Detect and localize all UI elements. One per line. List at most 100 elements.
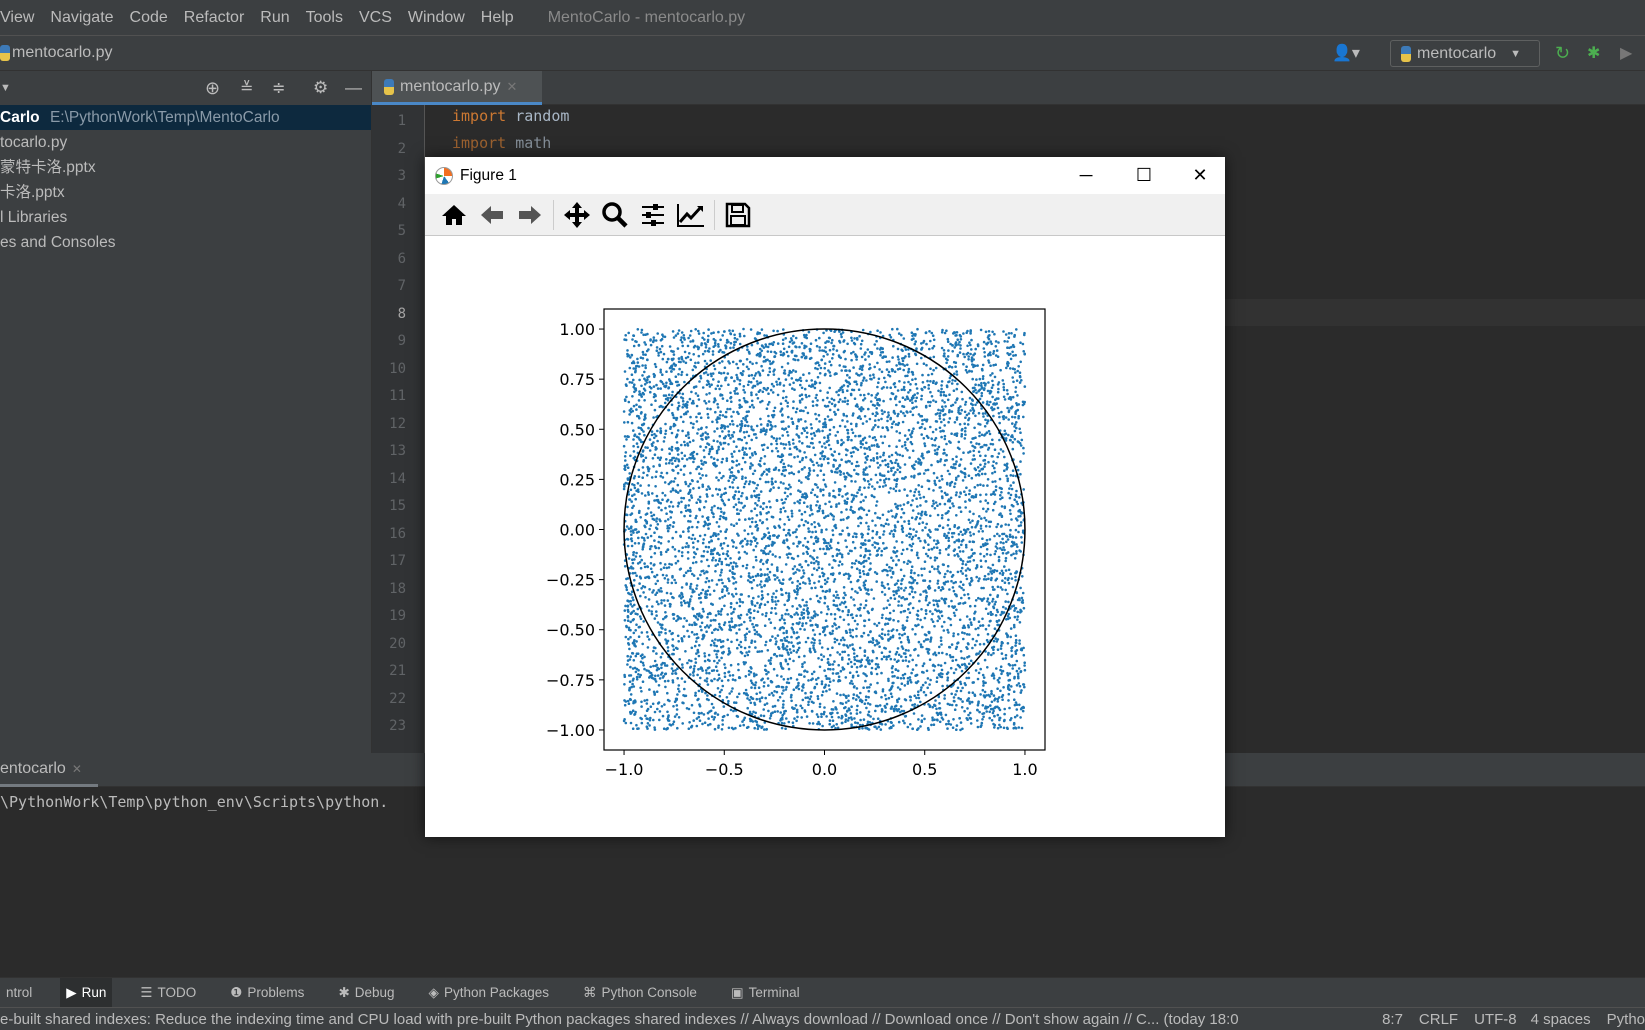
zoom-icon[interactable] xyxy=(600,200,630,230)
scatter-point xyxy=(852,450,855,454)
menu-refactor[interactable]: Refactor xyxy=(184,9,244,27)
tree-item[interactable]: 卡洛.pptx xyxy=(0,180,371,205)
menu-tools[interactable]: Tools xyxy=(306,9,343,27)
scatter-point xyxy=(761,613,764,616)
scatter-point xyxy=(704,445,708,449)
line-number: 6 xyxy=(397,250,406,267)
pan-icon[interactable] xyxy=(562,200,592,230)
menu-navigate[interactable]: Navigate xyxy=(50,9,113,27)
scatter-point xyxy=(661,652,664,655)
tree-item[interactable]: l Libraries xyxy=(0,205,371,230)
tool-window-python-console[interactable]: ⌘ Python Console xyxy=(577,978,703,1008)
scatter-point xyxy=(855,464,858,468)
scatter-point xyxy=(920,394,923,398)
scatter-point xyxy=(766,446,769,449)
debug-icon[interactable]: ✱ xyxy=(1587,43,1600,63)
breadcrumb-file[interactable]: mentocarlo.py xyxy=(12,44,113,62)
scatter-point xyxy=(684,361,688,365)
tree-item[interactable]: 蒙特卡洛.pptx xyxy=(0,155,371,180)
forward-icon[interactable] xyxy=(515,200,545,230)
scatter-point xyxy=(626,544,630,548)
menu-window[interactable]: Window xyxy=(408,9,465,27)
scatter-point xyxy=(786,651,790,654)
tool-window-run[interactable]: ▶ Run xyxy=(60,977,113,1008)
edit-axis-icon[interactable] xyxy=(676,200,706,230)
scatter-point xyxy=(650,403,653,406)
scatter-point xyxy=(889,692,893,695)
scatter-point xyxy=(757,595,760,598)
rerun-icon[interactable]: ↻ xyxy=(1555,43,1570,64)
hide-icon[interactable]: — xyxy=(345,78,362,98)
tool-window-terminal[interactable]: ▣ Terminal xyxy=(725,978,806,1008)
scatter-point xyxy=(751,622,754,626)
scatter-point xyxy=(891,670,894,674)
run-config-select[interactable]: mentocarlo ▼ xyxy=(1390,40,1540,67)
tree-item[interactable]: es and Consoles xyxy=(0,230,371,255)
home-icon[interactable] xyxy=(439,200,469,230)
scatter-point xyxy=(919,593,922,596)
scatter-point xyxy=(987,577,990,581)
minimize-button[interactable]: ─ xyxy=(1057,157,1115,194)
tool-window-todo[interactable]: ☰ TODO xyxy=(134,978,202,1008)
tab-run-mentocarlo[interactable]: entocarlo ✕ xyxy=(0,753,98,787)
caret-position[interactable]: 8:7 xyxy=(1382,1011,1403,1028)
line-separator[interactable]: CRLF xyxy=(1419,1011,1458,1028)
menu-help[interactable]: Help xyxy=(481,9,514,27)
back-icon[interactable] xyxy=(477,200,507,230)
scatter-point xyxy=(876,516,879,519)
scatter-point xyxy=(742,397,746,400)
scatter-point xyxy=(654,485,657,488)
tool-window-debug[interactable]: ✱ Debug xyxy=(332,978,400,1008)
tab-mentocarlo[interactable]: mentocarlo.py ✕ xyxy=(372,71,542,105)
close-button[interactable]: ✕ xyxy=(1171,157,1229,194)
tree-item[interactable]: tocarlo.py xyxy=(0,130,371,155)
locate-icon[interactable]: ⊕ xyxy=(205,78,220,99)
scatter-point xyxy=(785,645,789,648)
scatter-point xyxy=(867,728,871,731)
scatter-point xyxy=(706,495,709,498)
gear-icon[interactable]: ⚙ xyxy=(313,78,328,98)
tool-window-python-packages[interactable]: ◈ Python Packages xyxy=(423,978,555,1008)
close-icon[interactable]: ✕ xyxy=(72,762,82,776)
coverage-icon[interactable]: ▶ xyxy=(1620,43,1632,63)
status-message[interactable]: e-built shared indexes: Reduce the index… xyxy=(0,1011,1342,1028)
scatter-point xyxy=(643,565,647,569)
menu-code[interactable]: Code xyxy=(130,9,168,27)
scatter-point xyxy=(939,393,943,397)
scatter-point xyxy=(654,582,658,586)
tree-item-root[interactable]: Carlo E:\PythonWork\Temp\MentoCarlo xyxy=(0,105,371,130)
menu-view[interactable]: View xyxy=(0,9,34,27)
scatter-point xyxy=(972,617,976,620)
close-icon[interactable]: ✕ xyxy=(507,79,518,95)
scatter-point xyxy=(979,693,982,696)
scatter-point xyxy=(840,335,843,339)
scatter-point xyxy=(680,554,684,558)
scatter-point xyxy=(1021,591,1025,595)
tool-window-ntrol[interactable]: ntrol xyxy=(0,978,38,1008)
configure-subplots-icon[interactable] xyxy=(638,200,668,230)
scatter-point xyxy=(975,391,978,395)
scatter-point xyxy=(832,668,835,671)
menu-vcs[interactable]: VCS xyxy=(359,9,392,27)
save-icon[interactable] xyxy=(723,200,753,230)
scatter-point xyxy=(819,596,822,600)
menu-run[interactable]: Run xyxy=(260,9,289,27)
scatter-point xyxy=(830,715,834,719)
scatter-point xyxy=(797,646,801,650)
scatter-point xyxy=(630,525,633,528)
expand-all-icon[interactable]: ≚ xyxy=(240,78,253,98)
collapse-all-icon[interactable]: ≑ xyxy=(272,78,285,98)
maximize-button[interactable]: ☐ xyxy=(1115,157,1173,194)
scatter-point xyxy=(1015,543,1018,546)
scatter-point xyxy=(831,629,835,633)
indent[interactable]: 4 spaces xyxy=(1531,1011,1591,1028)
encoding[interactable]: UTF-8 xyxy=(1474,1011,1517,1028)
scatter-point xyxy=(1008,487,1011,490)
scatter-plot[interactable]: −1.0 −0.5 0.0 0.5 1.01.000.750.500.250.00−0.… xyxy=(425,237,1225,837)
chevron-down-icon[interactable]: ▼ xyxy=(0,82,11,94)
scatter-point xyxy=(765,468,768,471)
user-icon[interactable]: 👤▾ xyxy=(1332,43,1360,63)
tool-window-problems[interactable]: ❶ Problems xyxy=(224,978,310,1008)
interpreter[interactable]: Pytho xyxy=(1607,1011,1645,1028)
scatter-point xyxy=(873,546,877,549)
